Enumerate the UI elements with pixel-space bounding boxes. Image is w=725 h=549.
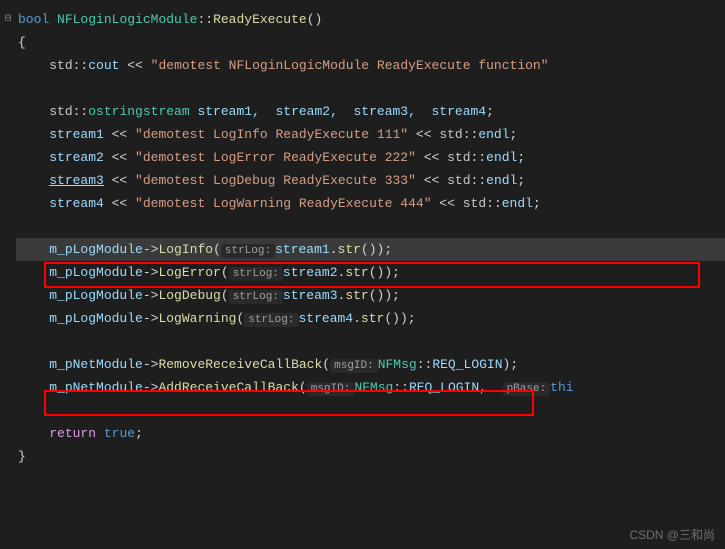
param-hint: msgID: <box>307 382 355 396</box>
brace-open: { <box>18 35 26 50</box>
param-hint: msgID: <box>330 359 378 373</box>
code-editor[interactable]: ⊟ bool NFLoginLogicModule::ReadyExecute(… <box>0 0 725 476</box>
class-name: NFLoginLogicModule <box>57 12 197 27</box>
code-line[interactable]: bool NFLoginLogicModule::ReadyExecute() <box>16 8 725 31</box>
code-line[interactable]: { <box>16 31 725 54</box>
code-line[interactable]: stream2 << "demotest LogError ReadyExecu… <box>16 146 725 169</box>
gutter: ⊟ <box>0 8 16 31</box>
code-line[interactable] <box>16 330 725 353</box>
code-line[interactable]: std::ostringstream stream1, stream2, str… <box>16 100 725 123</box>
brace-close: } <box>18 449 26 464</box>
stream3-link[interactable]: stream3 <box>49 173 104 188</box>
fold-icon[interactable]: ⊟ <box>0 8 16 31</box>
code-line[interactable]: stream3 << "demotest LogDebug ReadyExecu… <box>16 169 725 192</box>
string-literal: "demotest NFLoginLogicModule ReadyExecut… <box>151 58 549 73</box>
param-hint: pBase: <box>503 382 551 396</box>
code-line[interactable]: } <box>16 445 725 468</box>
keyword: bool <box>18 12 49 27</box>
code-line-highlighted[interactable]: m_pLogModule->LogInfo(strLog:stream1.str… <box>16 238 725 261</box>
param-hint: strLog: <box>221 244 275 258</box>
code-line[interactable] <box>16 77 725 100</box>
param-hint: strLog: <box>244 313 298 327</box>
code-line[interactable]: std::cout << "demotest NFLoginLogicModul… <box>16 54 725 77</box>
param-hint: strLog: <box>229 267 283 281</box>
code-line[interactable]: m_pLogModule->LogDebug(strLog:stream3.st… <box>16 284 725 307</box>
code-line[interactable]: return true; <box>16 422 725 445</box>
watermark: CSDN @三和尚 <box>629 526 715 543</box>
code-line[interactable]: m_pLogModule->LogError(strLog:stream2.st… <box>16 261 725 284</box>
code-line[interactable]: m_pNetModule->RemoveReceiveCallBack(msgI… <box>16 353 725 376</box>
code-line[interactable]: stream4 << "demotest LogWarning ReadyExe… <box>16 192 725 215</box>
function-name: ReadyExecute <box>213 12 307 27</box>
return-keyword: return <box>49 426 96 441</box>
param-hint: strLog: <box>229 290 283 304</box>
code-content[interactable]: bool NFLoginLogicModule::ReadyExecute() … <box>0 8 725 468</box>
code-line[interactable]: m_pLogModule->LogWarning(strLog:stream4.… <box>16 307 725 330</box>
code-line[interactable] <box>16 215 725 238</box>
code-line[interactable]: m_pNetModule->AddReceiveCallBack(msgID:N… <box>16 376 725 399</box>
code-line[interactable]: stream1 << "demotest LogInfo ReadyExecut… <box>16 123 725 146</box>
code-line[interactable] <box>16 399 725 422</box>
